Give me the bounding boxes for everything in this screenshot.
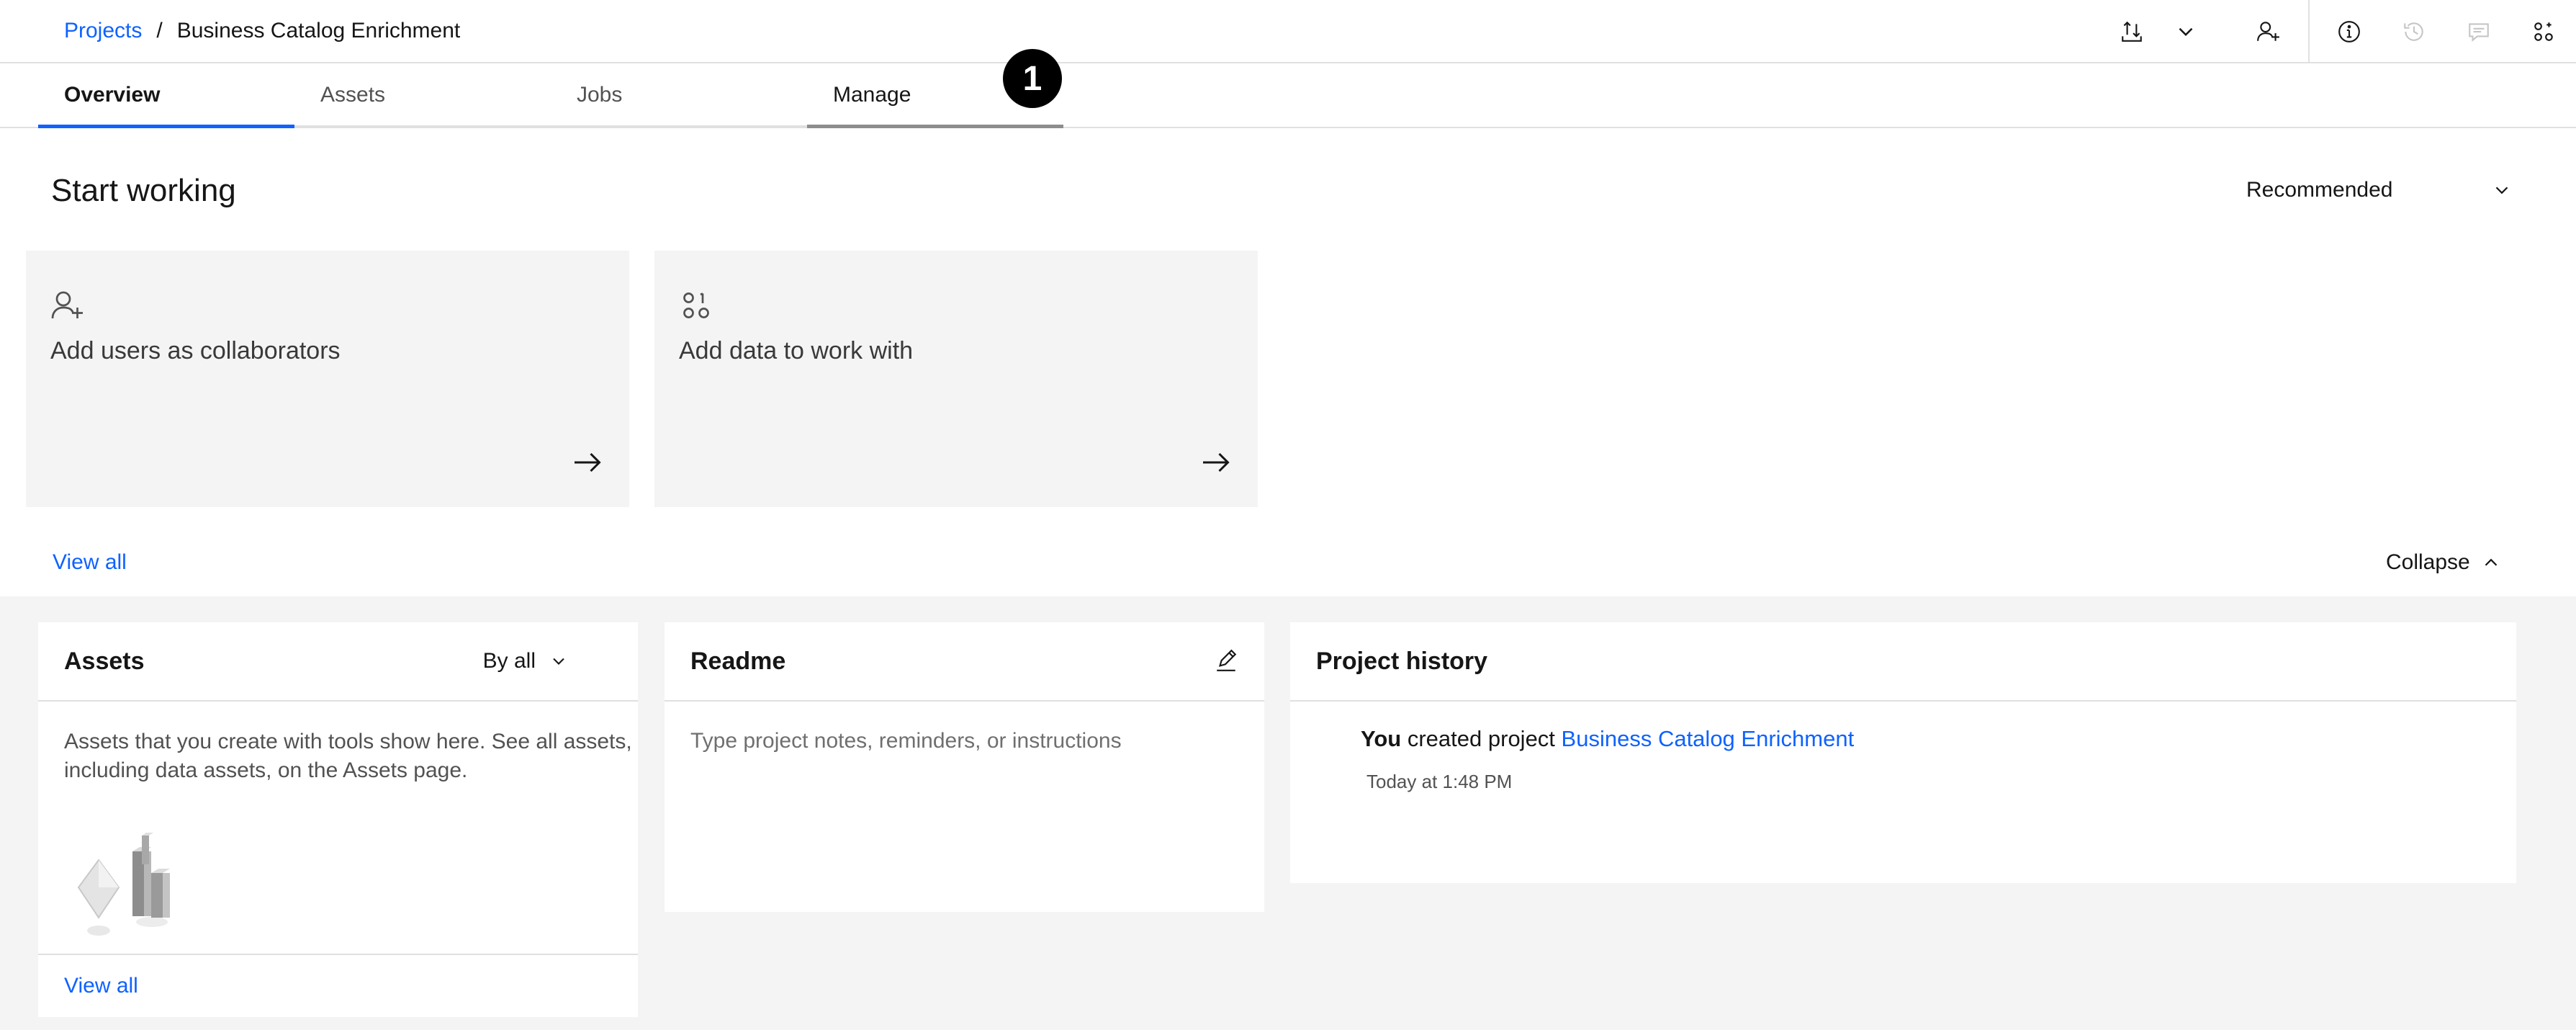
top-bar: Projects / Business Catalog Enrichment	[0, 0, 2576, 63]
arrow-right-icon	[1203, 452, 1230, 473]
breadcrumb-separator: /	[156, 19, 163, 42]
assets-illustration	[77, 833, 170, 936]
import-export-button[interactable]	[2099, 0, 2164, 63]
breadcrumb-current: Business Catalog Enrichment	[176, 19, 461, 42]
info-button[interactable]	[2317, 0, 2382, 63]
assets-card-footer: View all	[38, 954, 638, 1017]
tab-jobs[interactable]: Jobs	[551, 65, 807, 128]
readme-card-header: Readme	[665, 622, 1264, 702]
breadcrumb-projects-link[interactable]: Projects	[64, 19, 142, 43]
import-export-icon	[2122, 21, 2142, 42]
history-action: created project	[1401, 726, 1562, 751]
history-card-header: Project history	[1290, 622, 2516, 702]
breadcrumb: Projects / Business Catalog Enrichment	[64, 19, 460, 43]
assets-description: Assets that you create with tools show h…	[64, 730, 632, 782]
history-project-link[interactable]: Business Catalog Enrichment	[1562, 726, 1855, 751]
history-button[interactable]	[2382, 0, 2446, 63]
chevron-up-icon	[2485, 558, 2498, 566]
assets-card-header: Assets By all	[38, 622, 638, 702]
comments-button[interactable]	[2446, 0, 2511, 63]
add-user-icon	[51, 291, 83, 319]
recommended-dropdown-value: Recommended	[2246, 178, 2393, 202]
add-user-icon	[2257, 22, 2279, 41]
chevron-down-icon	[2179, 27, 2193, 37]
readme-card: Readme Type project notes, reminders, or…	[665, 622, 1264, 912]
start-view-all-link[interactable]: View all	[53, 550, 127, 575]
tile-add-collaborators[interactable]: Add users as collaborators	[26, 251, 629, 507]
collapse-label: Collapse	[2386, 550, 2470, 574]
assets-filter-value: By all	[482, 649, 536, 673]
assets-card-title: Assets	[64, 647, 145, 675]
assets-view-all-link[interactable]: View all	[64, 974, 138, 998]
chevron-down-icon	[2495, 187, 2508, 194]
apps-icon	[2534, 22, 2553, 41]
history-timestamp: Today at 1:48 PM	[1366, 771, 1513, 792]
info-icon	[2338, 21, 2360, 42]
tile-label: Add data to work with	[679, 337, 914, 364]
tab-bar: Overview Assets Jobs Manage	[38, 65, 1063, 128]
tile-label: Add users as collaborators	[50, 337, 341, 364]
comment-icon	[2469, 23, 2489, 42]
start-working-title: Start working	[51, 173, 236, 208]
assets-card: Assets By all Assets that you create wit…	[38, 622, 638, 1017]
history-icon	[2404, 22, 2423, 41]
tab-assets[interactable]: Assets	[294, 65, 551, 128]
arrow-right-icon	[575, 452, 601, 473]
import-export-dropdown[interactable]	[2164, 0, 2207, 63]
readme-placeholder[interactable]: Type project notes, reminders, or instru…	[690, 729, 1122, 753]
apps-button[interactable]	[2511, 0, 2576, 63]
data-icon	[683, 292, 709, 318]
history-entry: You created project Business Catalog Enr…	[1361, 726, 1854, 752]
history-card-title: Project history	[1316, 647, 1488, 675]
tab-overview[interactable]: Overview	[38, 65, 294, 128]
assets-filter-dropdown[interactable]: By all	[483, 649, 569, 673]
tile-add-data[interactable]: Add data to work with	[654, 251, 1258, 507]
project-history-card: Project history You created project Busi…	[1290, 622, 2516, 883]
annotation-badge: 1	[1003, 49, 1062, 108]
edit-icon[interactable]	[1214, 649, 1238, 673]
add-collaborator-button[interactable]	[2236, 0, 2301, 63]
collapse-button[interactable]: Collapse	[2386, 550, 2502, 575]
history-actor: You	[1361, 726, 1402, 751]
readme-card-title: Readme	[690, 647, 786, 675]
recommended-dropdown[interactable]: Recommended	[2246, 171, 2513, 209]
chevron-down-icon	[553, 658, 564, 665]
toolbar-divider	[2308, 0, 2310, 63]
toolbar	[2099, 0, 2576, 63]
